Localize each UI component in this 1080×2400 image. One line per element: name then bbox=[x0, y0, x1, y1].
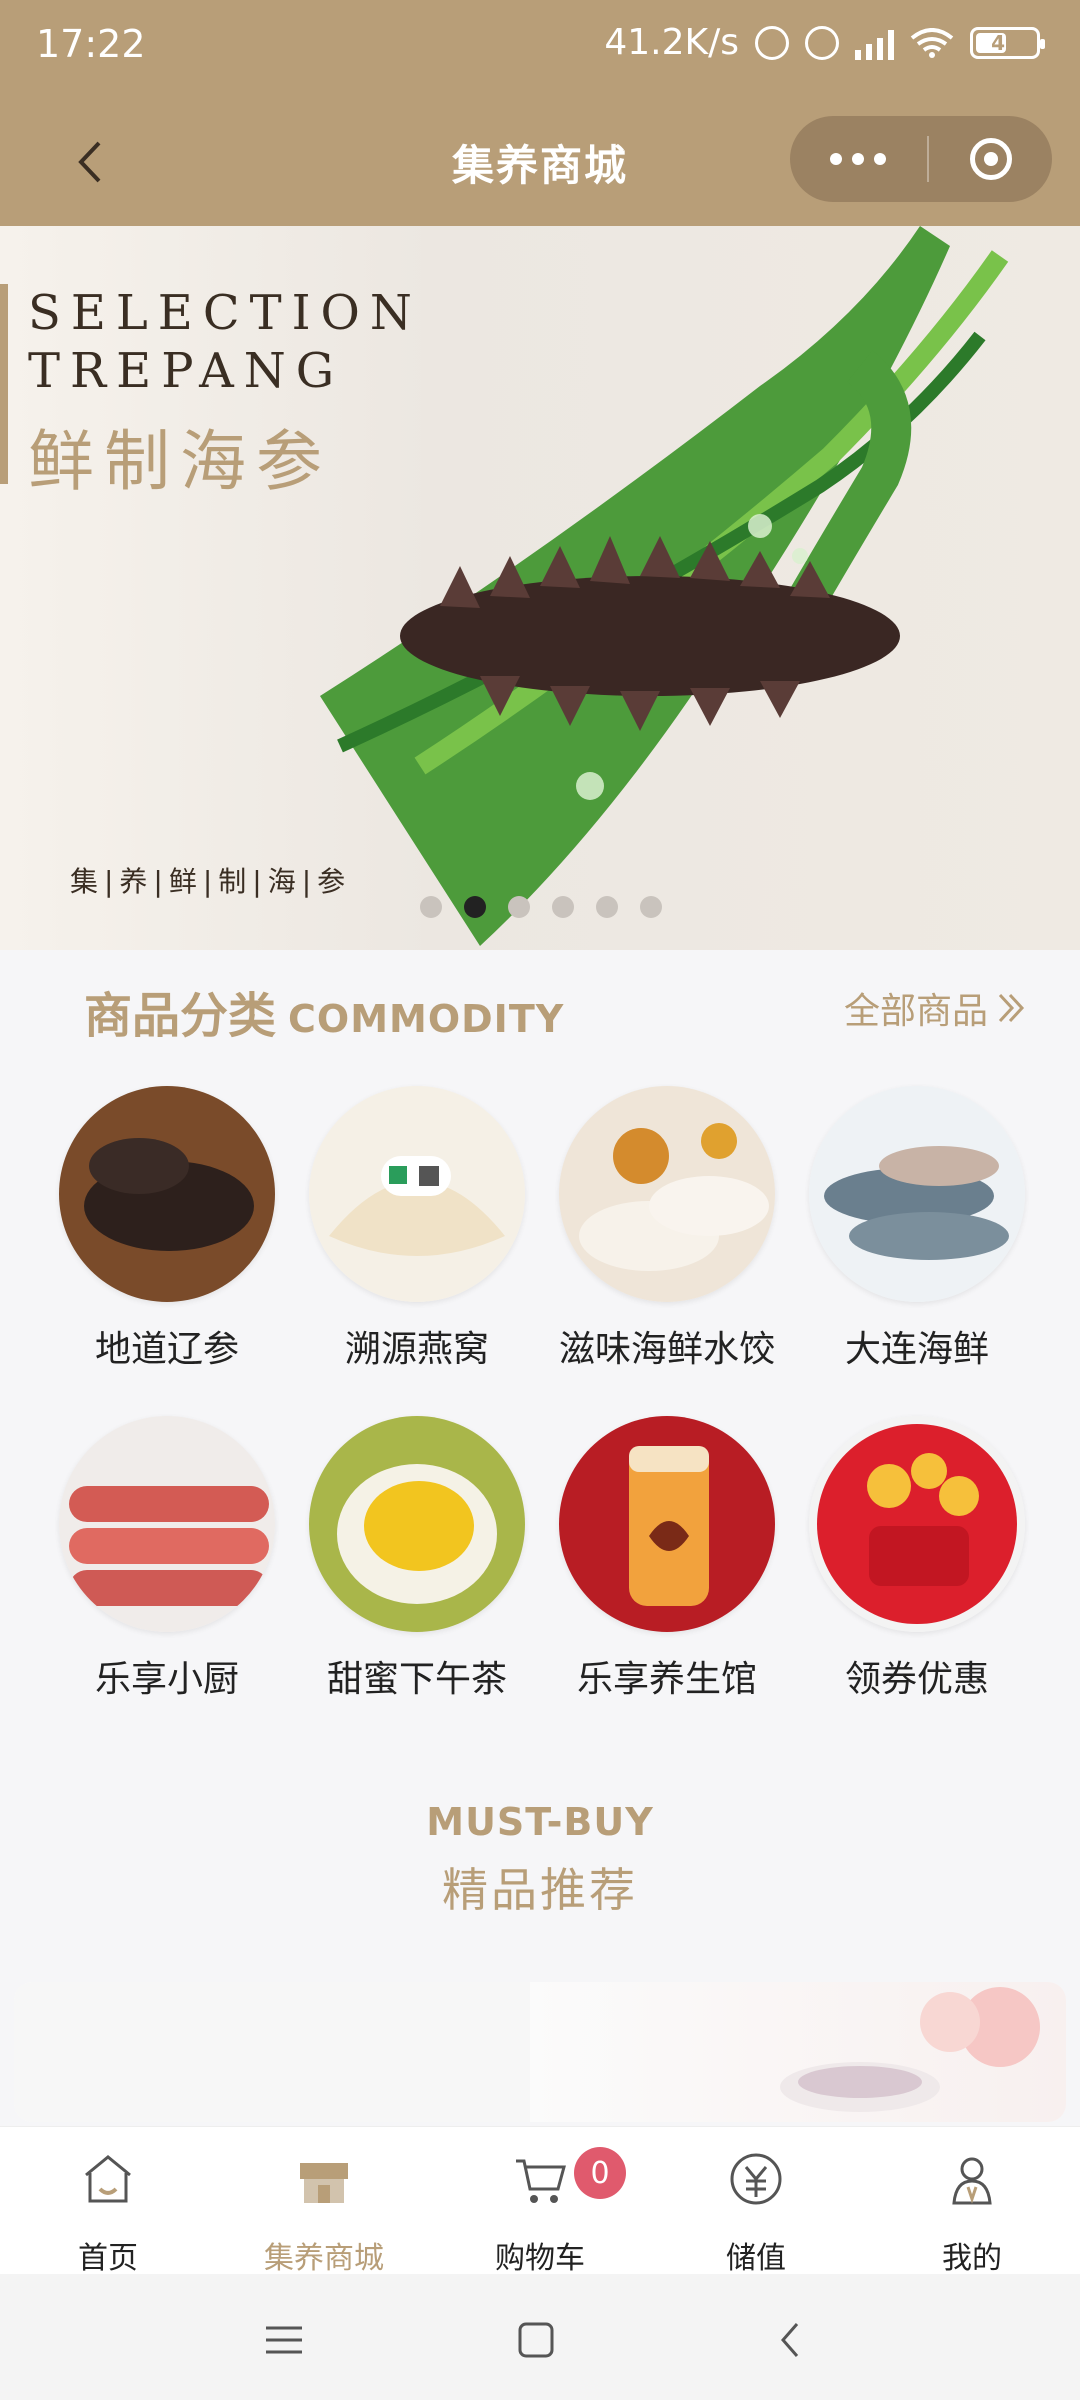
system-back-button[interactable] bbox=[760, 2310, 820, 2370]
commodity-title: 商品分类 COMMODITY bbox=[84, 976, 564, 1046]
banner-accent-bar bbox=[0, 284, 8, 484]
yuan-icon bbox=[730, 2153, 782, 2205]
status-bar: 17:22 41.2K/s 47 bbox=[0, 0, 1080, 96]
home-button[interactable] bbox=[506, 2310, 566, 2370]
mustbuy-title-en: MUST-BUY bbox=[426, 1800, 654, 1844]
product-image bbox=[780, 1987, 1040, 2112]
category-item[interactable]: 滋味海鲜水饺 bbox=[542, 1086, 792, 1372]
category-item[interactable]: 乐享养生馆 bbox=[542, 1416, 792, 1702]
more-menu-button[interactable] bbox=[830, 153, 886, 165]
commodity-title-cn: 商品分类 bbox=[84, 988, 277, 1044]
carousel-dot[interactable] bbox=[596, 896, 618, 918]
product-card[interactable] bbox=[14, 1982, 530, 2122]
all-products-link[interactable]: 全部商品 bbox=[844, 982, 1028, 1034]
tab-label: 储值 bbox=[726, 2241, 786, 2276]
carousel-dot[interactable] bbox=[508, 896, 530, 918]
mustbuy-section: MUST-BUY 精品推荐 bbox=[0, 1800, 1080, 1970]
chevron-left-icon bbox=[781, 2323, 799, 2357]
tab-label: 集养商城 bbox=[264, 2241, 384, 2276]
store-icon bbox=[300, 2163, 348, 2203]
wifi-icon bbox=[910, 27, 954, 58]
category-label: 滋味海鲜水饺 bbox=[558, 1329, 775, 1370]
carousel-dot[interactable] bbox=[420, 896, 442, 918]
tab-label: 购物车 bbox=[495, 2241, 585, 2276]
sea-cucumber-leaf-illustration bbox=[320, 226, 1009, 946]
miniapp-capsule bbox=[790, 116, 1052, 202]
category-item[interactable]: 领券优惠 bbox=[792, 1416, 1042, 1702]
category-label: 溯源燕窝 bbox=[344, 1329, 489, 1370]
recent-apps-button[interactable] bbox=[254, 2310, 314, 2370]
coupons-image bbox=[809, 1416, 1025, 1632]
network-speed: 41.2K/s bbox=[604, 22, 739, 63]
battery-icon: 47 bbox=[970, 26, 1045, 59]
double-chevron-right-icon bbox=[998, 993, 1025, 1023]
tab-label: 我的 bbox=[942, 2241, 1002, 2276]
sea-cucumber-image bbox=[59, 1086, 275, 1302]
category-label: 乐享养生馆 bbox=[576, 1659, 757, 1700]
square-icon bbox=[518, 2322, 554, 2358]
category-item[interactable]: 大连海鲜 bbox=[792, 1086, 1042, 1372]
tonic-jar-image bbox=[559, 1416, 775, 1632]
cart-badge: 0 bbox=[574, 2147, 626, 2199]
mustbuy-title-cn: 精品推荐 bbox=[442, 1863, 638, 1917]
navigation-bar: 集养商城 bbox=[0, 96, 1080, 226]
signal-icon bbox=[855, 26, 894, 60]
category-item[interactable]: 地道辽参 bbox=[42, 1086, 292, 1372]
product-card[interactable] bbox=[530, 1982, 1066, 2122]
mute-icon bbox=[755, 25, 789, 60]
close-miniapp-button[interactable] bbox=[970, 138, 1012, 180]
tab-bar: 首页 集养商城 0 购物车 储值 我的 bbox=[0, 2126, 1080, 2276]
category-item[interactable]: 甜蜜下午茶 bbox=[292, 1416, 542, 1702]
birds-nest-image bbox=[309, 1086, 525, 1302]
status-icons: 41.2K/s 47 bbox=[604, 22, 1045, 63]
user-icon bbox=[952, 2157, 992, 2205]
status-time: 17:22 bbox=[36, 22, 146, 66]
durian-image bbox=[309, 1416, 525, 1632]
featured-products[interactable] bbox=[14, 1982, 1066, 2122]
category-label: 地道辽参 bbox=[94, 1329, 239, 1370]
dumplings-image bbox=[559, 1086, 775, 1302]
category-item[interactable]: 乐享小厨 bbox=[42, 1416, 292, 1702]
commodity-title-en: COMMODITY bbox=[288, 997, 565, 1041]
capsule-divider bbox=[927, 136, 929, 182]
carousel-dot[interactable] bbox=[552, 896, 574, 918]
banner-subtitle: 集|养|鲜|制|海|参 bbox=[70, 865, 352, 898]
menu-icon bbox=[266, 2326, 302, 2354]
system-navigation-bar bbox=[0, 2274, 1080, 2400]
fish-image bbox=[809, 1086, 1025, 1302]
ribs-image bbox=[59, 1416, 275, 1632]
category-item[interactable]: 溯源燕窝 bbox=[292, 1086, 542, 1372]
category-label: 大连海鲜 bbox=[844, 1329, 989, 1370]
all-products-label: 全部商品 bbox=[843, 991, 988, 1032]
alarm-icon bbox=[805, 25, 839, 60]
category-label: 甜蜜下午茶 bbox=[326, 1659, 507, 1700]
carousel-indicator bbox=[420, 896, 662, 918]
battery-level: 47 bbox=[991, 30, 1019, 55]
hero-banner[interactable]: SELECTION TREPANG 鲜制海参 集|养|鲜|制|海|参 bbox=[0, 226, 1080, 950]
tab-label: 首页 bbox=[78, 2241, 138, 2276]
cart-icon bbox=[516, 2159, 566, 2203]
banner-title-cn: 鲜制海参 bbox=[28, 423, 332, 500]
app-header: 17:22 41.2K/s 47 集养商城 bbox=[0, 0, 1080, 226]
category-label: 乐享小厨 bbox=[94, 1659, 239, 1700]
carousel-dot[interactable] bbox=[640, 896, 662, 918]
home-icon bbox=[85, 2155, 131, 2203]
commodity-section: 商品分类 COMMODITY 全部商品 地道辽参 溯源燕窝 滋味海鲜水饺 大连海… bbox=[0, 950, 1080, 1880]
category-label: 领券优惠 bbox=[844, 1659, 989, 1700]
carousel-dot-active[interactable] bbox=[464, 896, 486, 918]
